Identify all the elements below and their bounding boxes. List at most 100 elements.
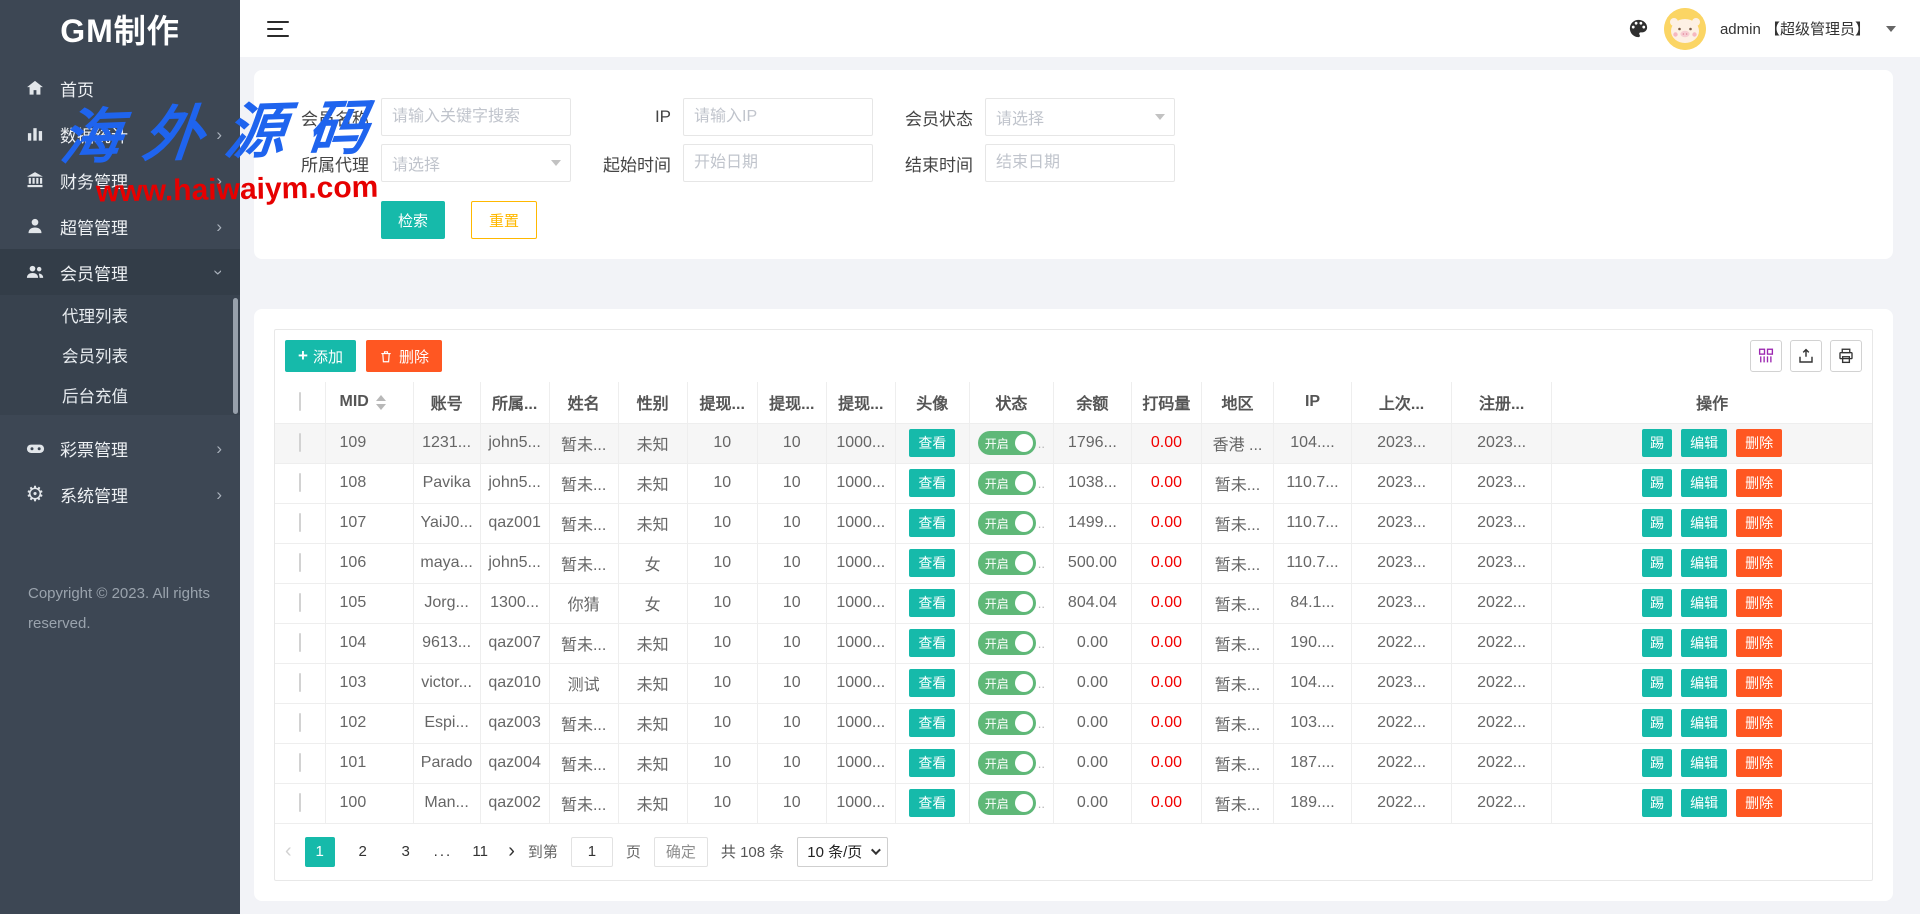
username-text[interactable]: admin 【超级管理员】 [1720, 18, 1870, 39]
delete-button[interactable]: 删除 [1736, 709, 1782, 737]
batch-delete-button[interactable]: 删除 [366, 340, 442, 372]
next-page-icon[interactable]: › [508, 840, 515, 863]
delete-button[interactable]: 删除 [1736, 549, 1782, 577]
edit-button[interactable]: 编辑 [1681, 509, 1727, 537]
row-checkbox[interactable] [299, 433, 301, 452]
sidebar-item-stats[interactable]: 数据统计 › [0, 111, 240, 157]
sidebar-item-members[interactable]: 会员管理 › [0, 249, 240, 295]
end-date-input[interactable] [985, 144, 1175, 182]
user-avatar[interactable] [1664, 8, 1706, 50]
edit-button[interactable]: 编辑 [1681, 469, 1727, 497]
edit-button[interactable]: 编辑 [1681, 549, 1727, 577]
row-checkbox[interactable] [299, 513, 301, 532]
view-avatar-button[interactable]: 查看 [909, 629, 955, 657]
page-2[interactable]: 2 [348, 837, 378, 867]
status-toggle[interactable]: 开启 [978, 791, 1036, 815]
view-avatar-button[interactable]: 查看 [909, 509, 955, 537]
delete-button[interactable]: 删除 [1736, 669, 1782, 697]
edit-button[interactable]: 编辑 [1681, 709, 1727, 737]
edit-button[interactable]: 编辑 [1681, 749, 1727, 777]
row-checkbox[interactable] [299, 673, 301, 692]
kick-button[interactable]: 踢 [1642, 789, 1672, 817]
delete-button[interactable]: 删除 [1736, 469, 1782, 497]
delete-button[interactable]: 删除 [1736, 429, 1782, 457]
kick-button[interactable]: 踢 [1642, 709, 1672, 737]
sidebar-item-superadmin[interactable]: 超管管理 › [0, 203, 240, 249]
edit-button[interactable]: 编辑 [1681, 629, 1727, 657]
edit-button[interactable]: 编辑 [1681, 429, 1727, 457]
prev-page-icon[interactable]: ‹ [285, 840, 292, 863]
delete-button[interactable]: 删除 [1736, 749, 1782, 777]
row-checkbox[interactable] [299, 713, 301, 732]
row-checkbox[interactable] [299, 793, 301, 812]
view-avatar-button[interactable]: 查看 [909, 429, 955, 457]
edit-button[interactable]: 编辑 [1681, 589, 1727, 617]
theme-palette-icon[interactable] [1627, 17, 1650, 40]
view-avatar-button[interactable]: 查看 [909, 709, 955, 737]
status-toggle[interactable]: 开启 [978, 431, 1036, 455]
delete-button[interactable]: 删除 [1736, 589, 1782, 617]
kick-button[interactable]: 踢 [1642, 469, 1672, 497]
sidebar-item-system[interactable]: ⚙ 系统管理 › [0, 471, 240, 517]
row-checkbox[interactable] [299, 553, 301, 572]
row-checkbox[interactable] [299, 593, 301, 612]
member-status-select[interactable]: 请选择 [985, 98, 1175, 136]
sidebar-item-home[interactable]: 首页 [0, 65, 240, 111]
sort-icon[interactable] [376, 395, 386, 410]
sidebar-item-finance[interactable]: 财务管理 › [0, 157, 240, 203]
goto-confirm-button[interactable]: 确定 [654, 837, 708, 867]
kick-button[interactable]: 踢 [1642, 629, 1672, 657]
goto-page-input[interactable] [571, 837, 613, 867]
reset-button[interactable]: 重置 [471, 201, 537, 239]
search-button[interactable]: 检索 [381, 201, 445, 239]
sidebar-item-lottery[interactable]: 彩票管理 › [0, 425, 240, 471]
agent-select[interactable]: 请选择 [381, 144, 571, 182]
kick-button[interactable]: 踢 [1642, 589, 1672, 617]
sidebar-subitem-member-list[interactable]: 会员列表 [0, 335, 240, 375]
delete-button[interactable]: 删除 [1736, 789, 1782, 817]
select-all-checkbox[interactable] [299, 392, 301, 411]
view-avatar-button[interactable]: 查看 [909, 549, 955, 577]
start-date-input[interactable] [683, 144, 873, 182]
edit-button[interactable]: 编辑 [1681, 789, 1727, 817]
status-toggle[interactable]: 开启 [978, 511, 1036, 535]
delete-button[interactable]: 删除 [1736, 629, 1782, 657]
row-checkbox[interactable] [299, 473, 301, 492]
page-11[interactable]: 11 [465, 837, 495, 867]
kick-button[interactable]: 踢 [1642, 749, 1672, 777]
page-3[interactable]: 3 [391, 837, 421, 867]
keyword-input[interactable] [381, 98, 571, 136]
row-checkbox[interactable] [299, 633, 301, 652]
user-dropdown-caret-icon[interactable] [1886, 26, 1896, 32]
page-1[interactable]: 1 [305, 837, 335, 867]
view-avatar-button[interactable]: 查看 [909, 789, 955, 817]
filter-columns-button[interactable] [1750, 340, 1782, 372]
status-toggle[interactable]: 开启 [978, 471, 1036, 495]
status-toggle[interactable]: 开启 [978, 751, 1036, 775]
sidebar-subitem-recharge[interactable]: 后台充值 [0, 375, 240, 415]
sidebar-subitem-agent-list[interactable]: 代理列表 [0, 295, 240, 335]
kick-button[interactable]: 踢 [1642, 669, 1672, 697]
view-avatar-button[interactable]: 查看 [909, 669, 955, 697]
menu-collapse-icon[interactable] [267, 21, 289, 37]
view-avatar-button[interactable]: 查看 [909, 749, 955, 777]
kick-button[interactable]: 踢 [1642, 509, 1672, 537]
add-button[interactable]: + 添加 [285, 340, 356, 372]
kick-button[interactable]: 踢 [1642, 549, 1672, 577]
status-toggle[interactable]: 开启 [978, 711, 1036, 735]
status-toggle[interactable]: 开启 [978, 631, 1036, 655]
print-button[interactable] [1830, 340, 1862, 372]
view-avatar-button[interactable]: 查看 [909, 589, 955, 617]
status-toggle[interactable]: 开启 [978, 671, 1036, 695]
row-checkbox[interactable] [299, 753, 301, 772]
view-avatar-button[interactable]: 查看 [909, 469, 955, 497]
sidebar-scrollbar[interactable] [233, 298, 238, 414]
delete-button[interactable]: 删除 [1736, 509, 1782, 537]
ip-input[interactable] [683, 98, 873, 136]
status-toggle[interactable]: 开启 [978, 591, 1036, 615]
per-page-select[interactable]: 10 条/页 [797, 837, 888, 867]
export-button[interactable] [1790, 340, 1822, 372]
kick-button[interactable]: 踢 [1642, 429, 1672, 457]
edit-button[interactable]: 编辑 [1681, 669, 1727, 697]
col-header-mid[interactable]: MID [325, 382, 413, 423]
